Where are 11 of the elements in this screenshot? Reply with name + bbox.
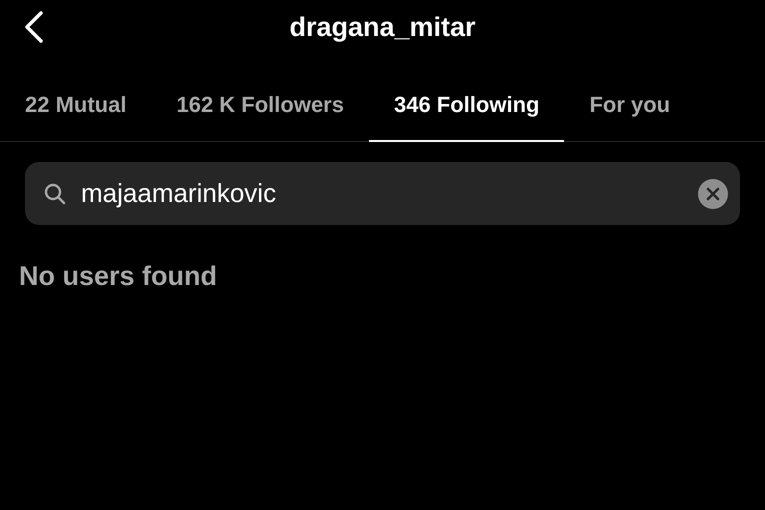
search-field[interactable]: majaamarinkovic	[25, 162, 740, 225]
tab[interactable]: 22 Mutual	[0, 77, 152, 142]
clear-icon[interactable]	[698, 178, 728, 208]
empty-message: No users found	[19, 261, 218, 292]
tab[interactable]: For you	[564, 77, 696, 142]
search-query: majaamarinkovic	[81, 178, 276, 209]
back-icon[interactable]	[22, 10, 44, 44]
profile-username: dragana_mitar	[289, 12, 476, 43]
tab[interactable]: 346 Following	[368, 77, 564, 142]
search-icon	[43, 182, 67, 206]
tab[interactable]: 162 K Followers	[151, 77, 369, 142]
